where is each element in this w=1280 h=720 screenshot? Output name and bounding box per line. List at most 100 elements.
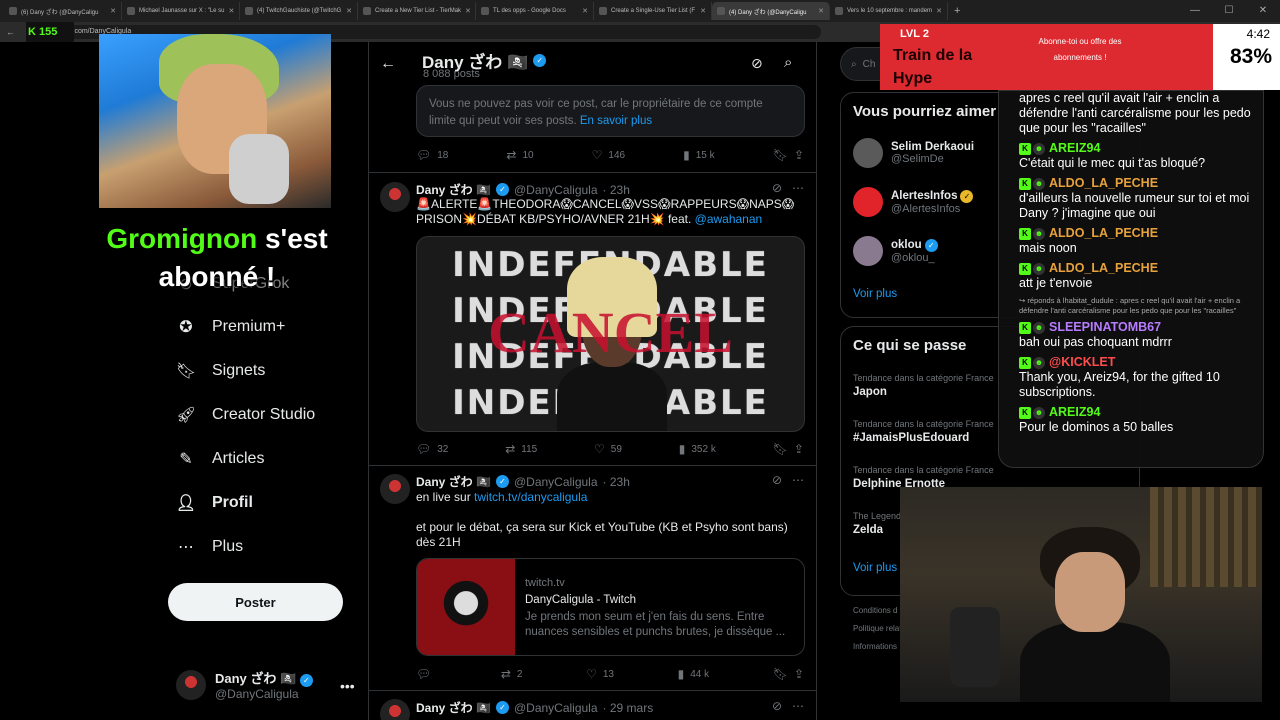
browser-tab[interactable]: TL des opps - Google Docs ✕ bbox=[476, 2, 594, 20]
verified-icon: ✓ bbox=[495, 183, 509, 196]
see-more-link[interactable]: Voir plus bbox=[853, 562, 897, 574]
learn-more-link[interactable]: En savoir plus bbox=[580, 115, 652, 127]
like-button[interactable]: ♡ 146 bbox=[592, 148, 625, 162]
browser-tab[interactable]: Vers le 10 septembre : mandem ✕ bbox=[830, 2, 948, 20]
grok-icon[interactable]: ⊘ bbox=[772, 699, 782, 713]
back-arrow-icon[interactable]: ← bbox=[380, 55, 396, 73]
suggested-account[interactable]: AlertesInfos ✓ @AlertesInfos bbox=[853, 187, 974, 217]
more-options-icon[interactable]: ⋯ bbox=[792, 181, 804, 195]
bookmark-icon[interactable]: 🔖︎ bbox=[773, 148, 788, 162]
like-button[interactable]: ♡ 13 bbox=[586, 667, 614, 681]
chat-text: mais noon bbox=[1019, 241, 1077, 255]
heart-icon: ♡ bbox=[594, 442, 605, 456]
close-tab-icon[interactable]: ✕ bbox=[346, 7, 352, 15]
search-icon[interactable]: ⌕ bbox=[784, 54, 792, 71]
close-tab-icon[interactable]: ✕ bbox=[818, 7, 824, 15]
avatar[interactable] bbox=[380, 182, 410, 212]
avatar[interactable] bbox=[380, 474, 410, 504]
mention-link[interactable]: @awahanan bbox=[695, 212, 763, 226]
footer-link[interactable]: Conditions d bbox=[853, 606, 897, 615]
tab-title: Create a New Tier List - TierMak bbox=[375, 8, 462, 14]
nav-item-articles[interactable]: ✎ Articles bbox=[176, 449, 264, 469]
close-tab-icon[interactable]: ✕ bbox=[110, 7, 116, 15]
new-tab-icon[interactable]: + bbox=[948, 5, 966, 17]
account-name: Dany ざわ 🏴‍☠️ ✓ bbox=[215, 668, 313, 687]
close-tab-icon[interactable]: ✕ bbox=[582, 7, 588, 15]
grok-icon[interactable]: ⊘ bbox=[772, 181, 782, 195]
trend-item[interactable]: Tendance dans la catégorie France Japon bbox=[853, 373, 1003, 398]
search-icon: ⌕ bbox=[851, 58, 857, 70]
tweet-media[interactable]: INDEFENDABLE INDEFENDABLE INDEFENDABLE I… bbox=[416, 236, 805, 432]
sub-badge-icon: ☻ bbox=[1033, 356, 1045, 369]
account-handle: @DanyCaligula bbox=[215, 687, 299, 701]
nav-item-profil[interactable]: 👤︎ Profil bbox=[176, 493, 253, 513]
author-name: Dany ざわ 🏴‍☠️ bbox=[416, 701, 491, 715]
close-tab-icon[interactable]: ✕ bbox=[700, 7, 706, 15]
grok-icon[interactable]: ⊘ bbox=[751, 55, 763, 72]
trend-item[interactable]: Tendance dans la catégorie France #Jamais… bbox=[853, 419, 1003, 444]
grok-icon[interactable]: ⊘ bbox=[772, 473, 782, 487]
close-tab-icon[interactable]: ✕ bbox=[229, 7, 235, 15]
account-switcher[interactable]: Dany ざわ 🏴‍☠️ ✓ @DanyCaligula bbox=[176, 668, 356, 701]
trend-title: #JamaisPlusEdouard bbox=[853, 432, 970, 444]
post-button[interactable]: Poster bbox=[168, 583, 343, 621]
browser-tab[interactable]: (4) Dany ざわ (@DanyCaligu ✕ bbox=[712, 2, 830, 20]
reply-button[interactable]: 💬︎ bbox=[416, 667, 437, 681]
see-more-link[interactable]: Voir plus bbox=[853, 288, 897, 300]
kick-badge-icon: K bbox=[1019, 262, 1031, 275]
like-button[interactable]: ♡ 59 bbox=[594, 442, 622, 456]
close-window-icon[interactable]: ✕ bbox=[1246, 0, 1280, 22]
tab-favicon-icon bbox=[245, 7, 253, 15]
suggested-account[interactable]: oklou ✓ @oklou_ bbox=[853, 236, 938, 266]
nav-item-creator-studio[interactable]: 🚀︎ Creator Studio bbox=[176, 405, 315, 425]
twitch-link[interactable]: twitch.tv/danycaligula bbox=[474, 490, 587, 504]
chat-text: bah oui pas choquant mdrrr bbox=[1019, 335, 1172, 349]
chat-username: ALDO_LA_PECHE bbox=[1049, 261, 1159, 275]
sub-badge-icon: ☻ bbox=[1033, 177, 1045, 190]
bookmark-icon[interactable]: 🔖︎ bbox=[773, 442, 788, 456]
nav-item-signets[interactable]: 🔖︎ Signets bbox=[176, 361, 266, 381]
chat-text: d'ailleurs la nouvelle rumeur sur toi et… bbox=[1019, 191, 1250, 220]
more-options-icon[interactable]: ••• bbox=[340, 678, 355, 694]
repost-button[interactable]: ⇄ 115 bbox=[505, 442, 537, 456]
close-tab-icon[interactable]: ✕ bbox=[465, 7, 471, 15]
browser-tab[interactable]: (4) TwitchGauchiste (@TwitchG ✕ bbox=[240, 2, 358, 20]
repost-button[interactable]: ⇄ 10 bbox=[506, 148, 533, 162]
browser-tab[interactable]: Michael Jaunasse sur X : "Le su ✕ bbox=[122, 2, 240, 20]
views-button[interactable]: ▮ 352 k bbox=[679, 442, 716, 456]
maximize-icon[interactable]: ☐ bbox=[1212, 0, 1246, 22]
share-icon[interactable]: ⇪ bbox=[794, 667, 804, 681]
browser-tab[interactable]: Create a Single-Use Tier List (F ✕ bbox=[594, 2, 712, 20]
nav-label: Creator Studio bbox=[212, 406, 316, 423]
chat-username: ALDO_LA_PECHE bbox=[1049, 226, 1159, 240]
nav-item-premium-[interactable]: ✪ Premium+ bbox=[176, 317, 285, 337]
tab-title: Vers le 10 septembre : mandem bbox=[847, 8, 933, 14]
minimize-icon[interactable]: — bbox=[1178, 0, 1212, 22]
more-options-icon[interactable]: ⋯ bbox=[792, 473, 804, 487]
share-icon[interactable]: ⇪ bbox=[794, 442, 804, 456]
reply-button[interactable]: 💬︎ 32 bbox=[416, 442, 448, 456]
repost-button[interactable]: ⇄ 2 bbox=[501, 667, 523, 681]
nav-item-plus[interactable]: ⋯ Plus bbox=[176, 537, 243, 557]
sub-badge-icon: ☻ bbox=[1033, 406, 1045, 419]
more-options-icon[interactable]: ⋯ bbox=[792, 699, 804, 713]
bookmark-icon[interactable]: 🔖︎ bbox=[773, 667, 788, 681]
footer-link[interactable]: Informations bbox=[853, 642, 897, 651]
footer-link[interactable]: Politique relat bbox=[853, 624, 901, 633]
kick-badge-icon: K bbox=[1019, 142, 1031, 155]
browser-tab[interactable]: Create a New Tier List - TierMak ✕ bbox=[358, 2, 476, 20]
link-card[interactable]: twitch.tv DanyCaligula - Twitch Je prend… bbox=[416, 558, 805, 656]
close-tab-icon[interactable]: ✕ bbox=[936, 7, 942, 15]
reply-button[interactable]: 💬︎ 18 bbox=[416, 148, 448, 162]
browser-tab[interactable]: (6) Dany ざわ (@DanyCaligu ✕ bbox=[4, 2, 122, 20]
views-button[interactable]: ▮ 15 k bbox=[683, 148, 715, 162]
views-button[interactable]: ▮ 44 k bbox=[678, 667, 710, 681]
suggested-account[interactable]: Selim Derkaoui @SelimDe bbox=[853, 138, 974, 168]
chat-message: apres c reel qu'il avait l'air + enclin … bbox=[1019, 91, 1255, 136]
who-to-follow-title: Vous pourriez aimer bbox=[853, 103, 997, 120]
share-icon[interactable]: ⇪ bbox=[794, 148, 804, 162]
back-arrow-icon[interactable]: ← bbox=[6, 27, 15, 37]
tab-favicon-icon bbox=[9, 7, 17, 15]
account-handle: @oklou_ bbox=[891, 251, 935, 264]
account-name: Selim Derkaoui bbox=[891, 141, 975, 153]
